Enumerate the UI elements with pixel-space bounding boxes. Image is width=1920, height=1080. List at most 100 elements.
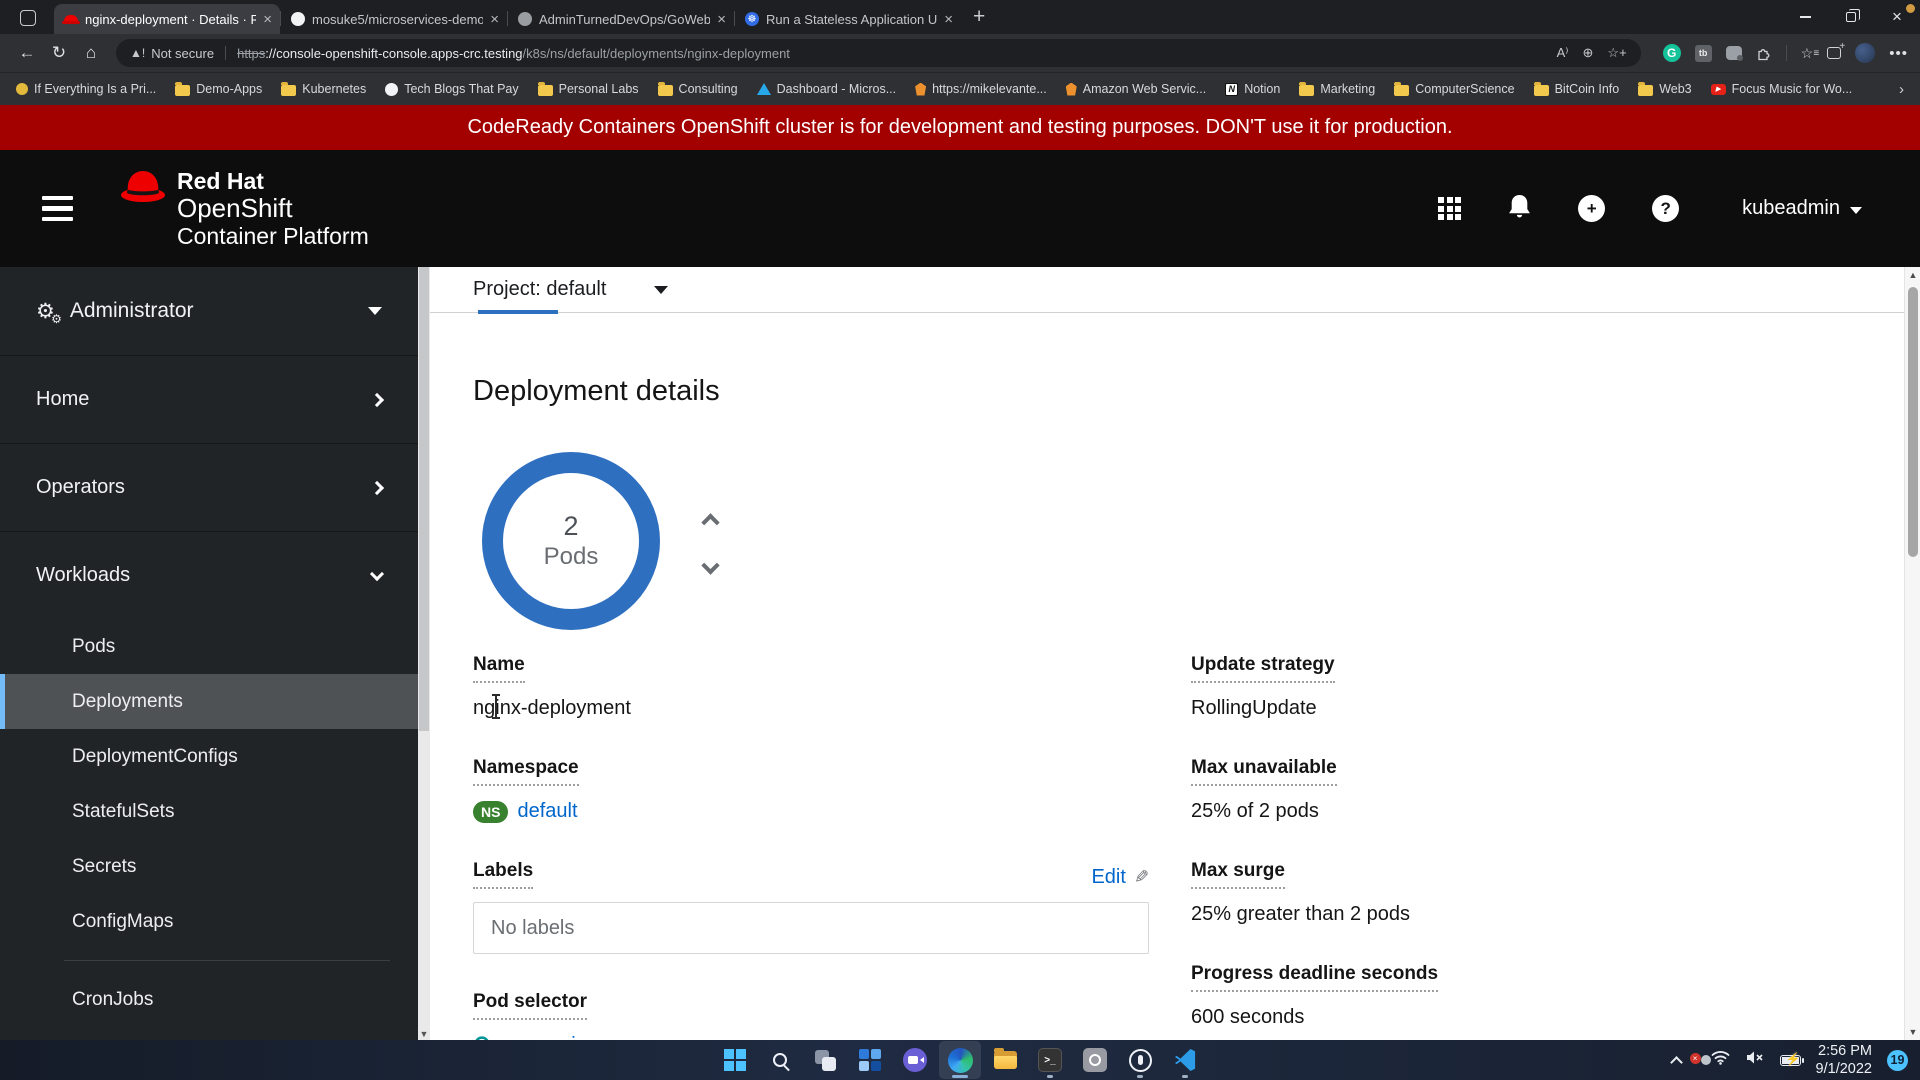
project-selector[interactable]: Project: default bbox=[430, 267, 1920, 312]
tab-close-icon[interactable]: × bbox=[263, 12, 272, 27]
teams-chat-button[interactable] bbox=[894, 1041, 936, 1079]
new-tab-button[interactable]: + bbox=[973, 6, 985, 27]
extensions-puzzle-icon[interactable] bbox=[1756, 45, 1772, 61]
help-question-icon[interactable]: ? bbox=[1652, 195, 1680, 222]
running-indicator bbox=[1047, 1075, 1053, 1078]
battery-charging-icon[interactable]: ⚡ bbox=[1779, 1052, 1805, 1066]
sidebar-item-cronjobs[interactable]: CronJobs bbox=[0, 972, 418, 1027]
restore-button[interactable] bbox=[1828, 0, 1874, 34]
kubernetes-favicon: ☸ bbox=[745, 12, 759, 26]
tab-close-icon[interactable]: × bbox=[490, 12, 499, 27]
scrollbar-up-arrow[interactable]: ▲ bbox=[1905, 270, 1920, 280]
sidebar-item-deployments[interactable]: Deployments bbox=[0, 674, 418, 729]
browser-tab-github-2[interactable]: AdminTurnedDevOps/GoWebAP × bbox=[508, 4, 734, 34]
onepassword-button[interactable] bbox=[1119, 1041, 1161, 1079]
bookmark-item[interactable]: https://mikelevante... bbox=[915, 82, 1047, 96]
perspective-switcher[interactable]: ⚙ Administrator bbox=[0, 267, 418, 355]
sidebar-item-pods[interactable]: Pods bbox=[0, 619, 418, 674]
refresh-icon[interactable]: ↻ bbox=[44, 43, 74, 63]
sidebar-item-home[interactable]: Home bbox=[0, 355, 418, 443]
sidebar-item-operators[interactable]: Operators bbox=[0, 443, 418, 531]
home-icon[interactable]: ⌂ bbox=[76, 43, 106, 63]
notifications-bell-icon[interactable] bbox=[1508, 194, 1531, 224]
bookmark-item[interactable]: Web3 bbox=[1638, 81, 1692, 96]
toolbar-divider bbox=[1785, 45, 1787, 61]
bookmark-item[interactable]: Dashboard - Micros... bbox=[756, 82, 896, 96]
user-menu[interactable]: kubeadmin bbox=[1742, 197, 1862, 220]
import-yaml-plus-icon[interactable]: + bbox=[1578, 195, 1606, 222]
volume-muted-icon[interactable] bbox=[1745, 1050, 1765, 1070]
sidebar-item-deploymentconfigs[interactable]: DeploymentConfigs bbox=[0, 729, 418, 784]
bookmark-item[interactable]: ▶ Focus Music for Wo... bbox=[1710, 82, 1852, 96]
tab-close-icon[interactable]: × bbox=[717, 12, 726, 27]
favorites-bar-icon[interactable]: ☆ bbox=[1801, 45, 1819, 62]
taskbar-clock[interactable]: 2:56 PM 9/1/2022 bbox=[1816, 1042, 1872, 1078]
brand-logo[interactable]: Red Hat OpenShift Container Platform bbox=[119, 168, 369, 249]
notification-count-badge[interactable]: 19 bbox=[1887, 1049, 1908, 1071]
bookmark-item[interactable]: N Notion bbox=[1225, 82, 1280, 96]
search-button[interactable] bbox=[759, 1041, 801, 1079]
bookmark-item[interactable]: Kubernetes bbox=[281, 81, 366, 96]
add-favorite-icon[interactable]: ☆+ bbox=[1607, 45, 1626, 61]
clock-time: 2:56 PM bbox=[1818, 1042, 1872, 1059]
security-label[interactable]: Not secure bbox=[151, 46, 214, 61]
scale-up-chevron-icon[interactable] bbox=[701, 512, 720, 532]
bookmark-item[interactable]: If Everything Is a Pri... bbox=[16, 82, 156, 96]
pod-count-donut[interactable]: 2 Pods bbox=[482, 452, 660, 630]
app-launcher-grid-icon[interactable] bbox=[1438, 197, 1462, 220]
nav-toggle-hamburger-icon[interactable] bbox=[42, 195, 73, 222]
namespace-link[interactable]: default bbox=[517, 800, 577, 823]
terminal-button[interactable]: >_ bbox=[1029, 1041, 1071, 1079]
scrollbar-down-arrow[interactable]: ▼ bbox=[418, 1029, 430, 1039]
browser-profile-avatar[interactable] bbox=[1855, 43, 1876, 63]
tab-close-icon[interactable]: × bbox=[944, 12, 953, 27]
back-icon[interactable]: ← bbox=[12, 43, 42, 63]
task-view-button[interactable] bbox=[804, 1041, 846, 1079]
bookmarks-overflow-chevron[interactable]: › bbox=[1899, 81, 1904, 98]
bookmark-item[interactable]: BitCoin Info bbox=[1533, 81, 1619, 96]
edge-browser-button[interactable] bbox=[939, 1041, 981, 1079]
sidebar-item-statefulsets[interactable]: StatefulSets bbox=[0, 784, 418, 839]
read-aloud-icon[interactable]: A⁾ bbox=[1557, 45, 1569, 61]
bookmark-item[interactable]: Marketing bbox=[1299, 81, 1375, 96]
minimize-button[interactable] bbox=[1782, 0, 1828, 34]
browser-tab-openshift[interactable]: nginx-deployment · Details · Red × bbox=[54, 4, 280, 34]
aws-icon bbox=[915, 82, 927, 96]
bookmark-item[interactable]: Tech Blogs That Pay bbox=[385, 82, 519, 96]
tray-chevron-up-icon[interactable] bbox=[1669, 1055, 1683, 1069]
file-explorer-button[interactable] bbox=[984, 1041, 1026, 1079]
browser-menu-icon[interactable]: ••• bbox=[1889, 45, 1908, 62]
widgets-button[interactable] bbox=[849, 1041, 891, 1079]
bookmark-item[interactable]: ComputerScience bbox=[1394, 81, 1515, 96]
bookmark-item[interactable]: Demo-Apps bbox=[175, 81, 262, 96]
edit-labels-link[interactable]: Edit ✎ bbox=[1091, 866, 1149, 889]
wifi-icon[interactable] bbox=[1711, 1050, 1730, 1070]
tab-workspaces-icon[interactable] bbox=[20, 10, 36, 26]
start-button[interactable] bbox=[714, 1041, 756, 1079]
tab-manager-extension-icon[interactable]: tb bbox=[1694, 44, 1712, 62]
scrollbar-down-arrow[interactable]: ▼ bbox=[1905, 1027, 1920, 1037]
bookmark-item[interactable]: Consulting bbox=[657, 81, 738, 96]
sidebar-item-workloads[interactable]: Workloads bbox=[0, 531, 418, 619]
sidebar-item-configmaps[interactable]: ConfigMaps bbox=[0, 894, 418, 949]
bookmark-item[interactable]: Amazon Web Servic... bbox=[1065, 82, 1206, 96]
field-labels: Labels Edit ✎ No labels bbox=[473, 860, 1149, 954]
collections-icon[interactable] bbox=[1827, 41, 1845, 59]
page-scrollbar[interactable]: ▲ ▼ bbox=[1904, 267, 1920, 1040]
zoom-icon[interactable]: ⊕ bbox=[1583, 45, 1594, 61]
address-divider bbox=[225, 46, 227, 60]
scale-down-chevron-icon[interactable] bbox=[701, 555, 720, 575]
screen-recorder-button[interactable] bbox=[1074, 1041, 1116, 1079]
browser-tab-github-1[interactable]: mosuke5/microservices-demo-o × bbox=[281, 4, 507, 34]
bookmark-label: Consulting bbox=[678, 82, 738, 96]
scrollbar-thumb[interactable] bbox=[1908, 287, 1918, 557]
grammarly-extension-icon[interactable]: G bbox=[1662, 44, 1681, 62]
vscode-button[interactable] bbox=[1164, 1041, 1206, 1079]
bookmark-item[interactable]: Personal Labs bbox=[537, 81, 639, 96]
browser-tab-kubernetes[interactable]: ☸ Run a Stateless Application Usin × bbox=[735, 4, 961, 34]
address-bar[interactable]: ▲! Not secure https ://console-openshift… bbox=[116, 39, 1641, 67]
scrollbar-thumb[interactable] bbox=[419, 267, 429, 731]
sidebar-scrollbar[interactable]: ▼ bbox=[418, 267, 430, 1040]
extension-icon[interactable] bbox=[1725, 46, 1743, 61]
sidebar-item-secrets[interactable]: Secrets bbox=[0, 839, 418, 894]
